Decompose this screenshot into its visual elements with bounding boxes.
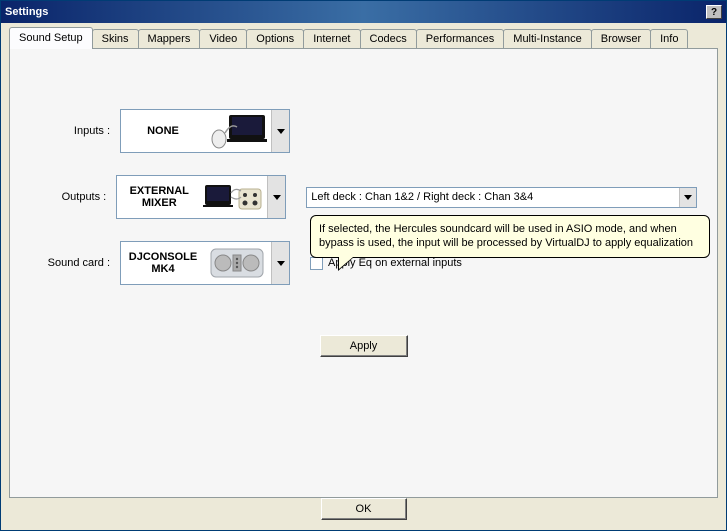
chevron-down-icon[interactable] bbox=[679, 188, 696, 207]
row-inputs: Inputs : NONE bbox=[30, 109, 697, 153]
tab-label: Internet bbox=[313, 33, 350, 45]
tab-label: Sound Setup bbox=[19, 32, 83, 44]
row-outputs: Outputs : EXTERNAL MIXER bbox=[30, 175, 697, 219]
tab-info[interactable]: Info bbox=[650, 29, 688, 48]
channel-dropdown[interactable]: Left deck : Chan 1&2 / Right deck : Chan… bbox=[306, 187, 697, 208]
combo-text-inputs: NONE bbox=[125, 125, 201, 137]
tab-performances[interactable]: Performances bbox=[416, 29, 504, 48]
tab-label: Performances bbox=[426, 33, 494, 45]
tab-multi-instance[interactable]: Multi-Instance bbox=[503, 29, 591, 48]
tab-sound-setup[interactable]: Sound Setup bbox=[9, 27, 93, 49]
window-title: Settings bbox=[5, 6, 48, 18]
chevron-down-icon[interactable] bbox=[271, 110, 289, 152]
label-outputs: Outputs : bbox=[30, 191, 116, 203]
tab-label: Multi-Instance bbox=[513, 33, 581, 45]
tab-browser[interactable]: Browser bbox=[591, 29, 651, 48]
combo-outputs[interactable]: EXTERNAL MIXER bbox=[116, 175, 286, 219]
tooltip: If selected, the Hercules soundcard will… bbox=[310, 215, 710, 258]
tab-mappers[interactable]: Mappers bbox=[138, 29, 201, 48]
tab-skins[interactable]: Skins bbox=[92, 29, 139, 48]
content-area: Sound Setup Skins Mappers Video Options … bbox=[1, 23, 726, 506]
titlebar: Settings ? bbox=[1, 1, 726, 23]
apply-button[interactable]: Apply bbox=[320, 335, 408, 357]
apply-eq-row: Apply Eq on external inputs bbox=[310, 257, 462, 270]
apply-button-label: Apply bbox=[350, 340, 378, 352]
tab-codecs[interactable]: Codecs bbox=[360, 29, 417, 48]
tab-label: Video bbox=[209, 33, 237, 45]
combo-display: NONE bbox=[121, 110, 271, 152]
tab-label: Info bbox=[660, 33, 678, 45]
ok-button[interactable]: OK bbox=[321, 498, 407, 520]
soundcard-thumb-icon bbox=[207, 245, 267, 281]
inputs-thumb-icon bbox=[207, 113, 267, 149]
tab-strip: Sound Setup Skins Mappers Video Options … bbox=[9, 29, 718, 48]
tab-video[interactable]: Video bbox=[199, 29, 247, 48]
combo-soundcard[interactable]: DJCONSOLE MK4 bbox=[120, 241, 290, 285]
apply-eq-checkbox[interactable] bbox=[310, 257, 323, 270]
ok-button-label: OK bbox=[356, 503, 372, 515]
tab-label: Codecs bbox=[370, 33, 407, 45]
ok-row: OK bbox=[1, 498, 726, 520]
chevron-down-icon[interactable] bbox=[267, 176, 285, 218]
combo-text-outputs: EXTERNAL MIXER bbox=[121, 185, 197, 209]
tab-label: Browser bbox=[601, 33, 641, 45]
tab-label: Skins bbox=[102, 33, 129, 45]
tab-internet[interactable]: Internet bbox=[303, 29, 360, 48]
label-soundcard: Sound card : bbox=[30, 257, 120, 269]
channel-dropdown-text: Left deck : Chan 1&2 / Right deck : Chan… bbox=[307, 188, 679, 207]
chevron-down-icon[interactable] bbox=[271, 242, 289, 284]
apply-row: Apply bbox=[30, 335, 697, 357]
tooltip-text: If selected, the Hercules soundcard will… bbox=[319, 223, 693, 249]
help-button[interactable]: ? bbox=[706, 5, 722, 19]
combo-text-soundcard: DJCONSOLE MK4 bbox=[125, 251, 201, 275]
combo-inputs[interactable]: NONE bbox=[120, 109, 290, 153]
tab-panel: If selected, the Hercules soundcard will… bbox=[9, 48, 718, 498]
combo-display: DJCONSOLE MK4 bbox=[121, 242, 271, 284]
outputs-thumb-icon bbox=[203, 179, 263, 215]
tab-label: Mappers bbox=[148, 33, 191, 45]
combo-display: EXTERNAL MIXER bbox=[117, 176, 267, 218]
tab-options[interactable]: Options bbox=[246, 29, 304, 48]
label-inputs: Inputs : bbox=[30, 125, 120, 137]
settings-window: Settings ? Sound Setup Skins Mappers Vid… bbox=[0, 0, 727, 531]
tab-label: Options bbox=[256, 33, 294, 45]
